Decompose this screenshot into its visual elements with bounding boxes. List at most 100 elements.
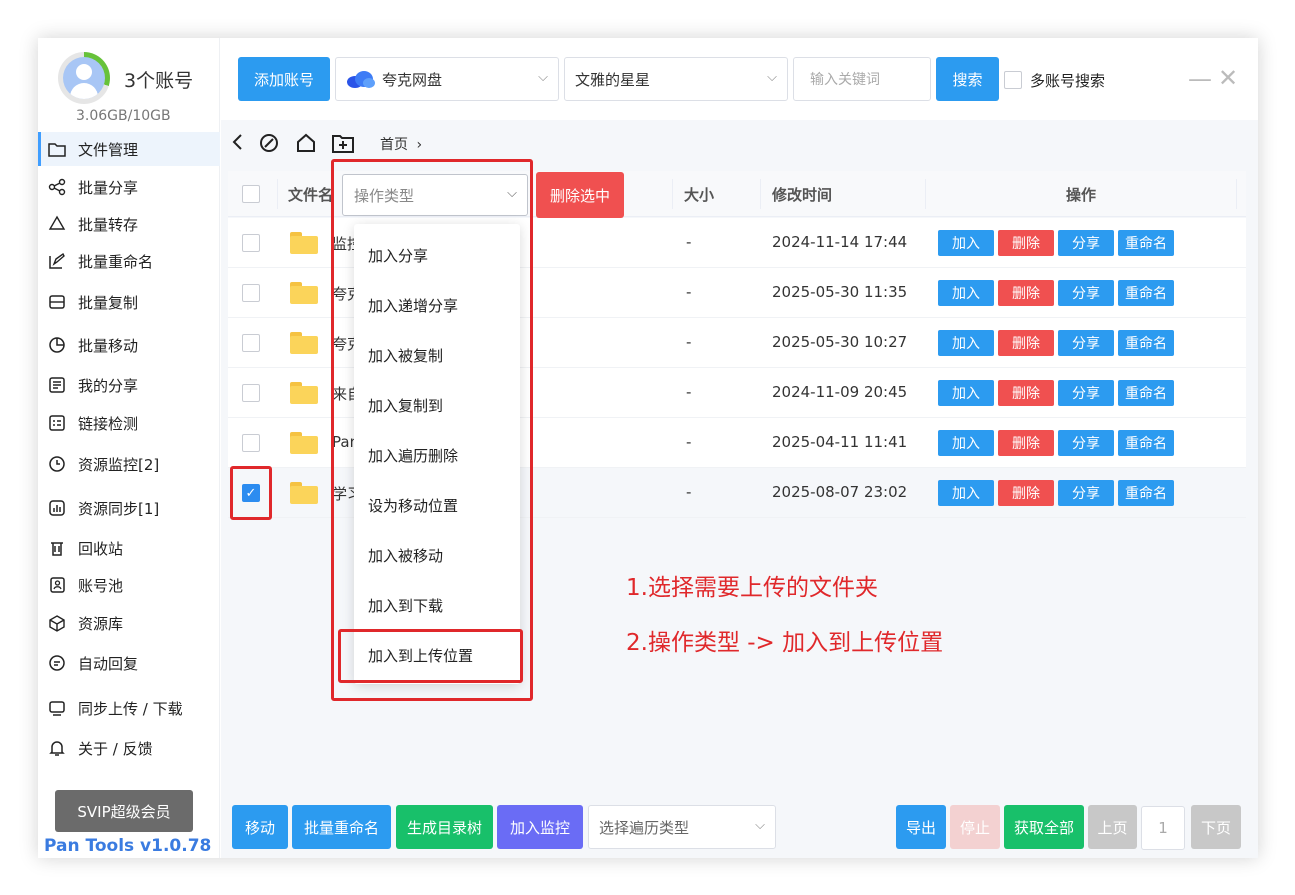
annotation-step-2: 2.操作类型 -> 加入到上传位置 [626,630,944,656]
sidebar: 3个账号 3.06GB/10GB 文件管理 批量分享 批量转存 批量重命名 批量… [38,38,220,858]
sidebar-item-label: 批量分享 [78,178,139,197]
page-number-input[interactable]: 1 [1141,806,1185,850]
svip-button[interactable]: SVIP超级会员 [55,790,193,832]
sidebar-item-label: 我的分享 [78,376,139,395]
sidebar-item-label: 批量重命名 [78,252,154,271]
row-delete-button[interactable]: 删除 [998,230,1054,256]
sidebar-item-batch-transfer[interactable]: 批量转存 [38,207,220,241]
batch-rename-button[interactable]: 批量重命名 [292,805,391,849]
sidebar-item-batch-copy[interactable]: 批量复制 [38,285,220,319]
share-icon [47,177,67,197]
row-share-button[interactable]: 分享 [1058,380,1114,406]
row-add-button[interactable]: 加入 [938,480,994,506]
next-page-button[interactable]: 下页 [1191,805,1241,849]
sidebar-item-batch-rename[interactable]: 批量重命名 [38,244,220,278]
row-add-button[interactable]: 加入 [938,380,994,406]
new-folder-icon[interactable] [331,132,355,159]
row-add-button[interactable]: 加入 [938,430,994,456]
row-checkbox[interactable] [242,234,260,252]
sidebar-item-resource-monitor[interactable]: 资源监控[2] [38,447,220,481]
account-select[interactable]: 文雅的星星 ⌵ [564,57,788,101]
delete-selected-button[interactable]: 删除选中 [536,172,624,218]
row-share-button[interactable]: 分享 [1058,330,1114,356]
sidebar-item-my-shares[interactable]: 我的分享 [38,368,220,402]
row-rename-button[interactable]: 重命名 [1118,330,1174,356]
close-icon[interactable]: ✕ [1218,64,1238,92]
row-delete-button[interactable]: 删除 [998,430,1054,456]
sidebar-item-label: 批量移动 [78,336,139,355]
search-input[interactable]: 输入关键词 [793,57,931,101]
refresh-icon[interactable] [258,132,280,159]
move-button[interactable]: 移动 [232,805,288,849]
col-name[interactable]: 文件名 [288,184,333,205]
chevron-down-icon: ⌵ [538,70,548,85]
row-share-button[interactable]: 分享 [1058,230,1114,256]
fetch-all-button[interactable]: 获取全部 [1004,805,1084,849]
row-share-button[interactable]: 分享 [1058,280,1114,306]
sidebar-item-resource-library[interactable]: 资源库 [38,606,220,640]
row-rename-button[interactable]: 重命名 [1118,230,1174,256]
stop-button[interactable]: 停止 [950,805,1000,849]
add-account-button[interactable]: 添加账号 [238,57,330,101]
sidebar-item-batch-move[interactable]: 批量移动 [38,328,220,362]
contact-icon [47,575,67,595]
search-button[interactable]: 搜索 [936,57,999,101]
sidebar-item-file-manager[interactable]: 文件管理 [38,132,220,166]
breadcrumb[interactable]: 首页 › [380,134,422,154]
minimize-icon[interactable]: — [1188,65,1212,93]
breadcrumb-home[interactable]: 首页 [380,137,408,153]
add-monitor-button[interactable]: 加入监控 [497,805,583,849]
folder-icon [290,282,318,304]
drive-select[interactable]: 夸克网盘 ⌵ [335,57,559,101]
folder-icon [290,482,318,504]
row-share-button[interactable]: 分享 [1058,430,1114,456]
multi-account-search-checkbox[interactable] [1004,71,1022,89]
row-rename-button[interactable]: 重命名 [1118,280,1174,306]
sidebar-item-batch-share[interactable]: 批量分享 [38,170,220,204]
sidebar-item-link-check[interactable]: 链接检测 [38,406,220,440]
sidebar-item-account-pool[interactable]: 账号池 [38,568,220,602]
prev-page-button[interactable]: 上页 [1088,805,1137,849]
row-delete-button[interactable]: 删除 [998,280,1054,306]
col-size[interactable]: 大小 [684,184,714,205]
row-rename-button[interactable]: 重命名 [1118,430,1174,456]
row-checkbox[interactable] [242,334,260,352]
select-all-checkbox[interactable] [242,185,260,203]
home-icon[interactable] [295,132,317,159]
row-delete-button[interactable]: 删除 [998,380,1054,406]
traverse-type-select[interactable]: 选择遍历类型 ⌵ [588,805,776,849]
row-checkbox[interactable] [242,384,260,402]
cloud-icon [346,69,376,89]
row-size: - [686,383,692,401]
row-delete-button[interactable]: 删除 [998,480,1054,506]
row-add-button[interactable]: 加入 [938,330,994,356]
account-count: 3个账号 [124,70,194,92]
col-mtime[interactable]: 修改时间 [772,184,832,205]
row-checkbox[interactable] [242,284,260,302]
row-share-button[interactable]: 分享 [1058,480,1114,506]
sidebar-item-sync-upload-download[interactable]: 同步上传 / 下载 [38,691,220,725]
row-checkbox[interactable] [242,434,260,452]
sidebar-item-about-feedback[interactable]: 关于 / 反馈 [38,731,220,765]
sidebar-item-label: 同步上传 / 下载 [78,699,183,718]
row-rename-button[interactable]: 重命名 [1118,480,1174,506]
generate-tree-button[interactable]: 生成目录树 [396,805,493,849]
highlight-box-checkbox [230,466,272,520]
annotation-step-1: 1.选择需要上传的文件夹 [626,575,878,601]
row-mtime: 2025-04-11 11:41 [772,433,908,451]
avatar[interactable] [58,52,110,104]
back-icon[interactable] [230,132,244,157]
sidebar-item-auto-reply[interactable]: 自动回复 [38,646,220,680]
row-mtime: 2024-11-09 20:45 [772,383,908,401]
export-button[interactable]: 导出 [896,805,946,849]
sidebar-item-recycle-bin[interactable]: 回收站 [38,531,220,565]
row-mtime: 2025-08-07 23:02 [772,483,908,501]
row-add-button[interactable]: 加入 [938,280,994,306]
chevron-down-icon: ⌵ [755,818,765,833]
trash-icon [47,538,67,558]
chevron-down-icon: ⌵ [767,70,777,85]
sidebar-item-resource-sync[interactable]: 资源同步[1] [38,491,220,525]
row-add-button[interactable]: 加入 [938,230,994,256]
row-delete-button[interactable]: 删除 [998,330,1054,356]
row-rename-button[interactable]: 重命名 [1118,380,1174,406]
